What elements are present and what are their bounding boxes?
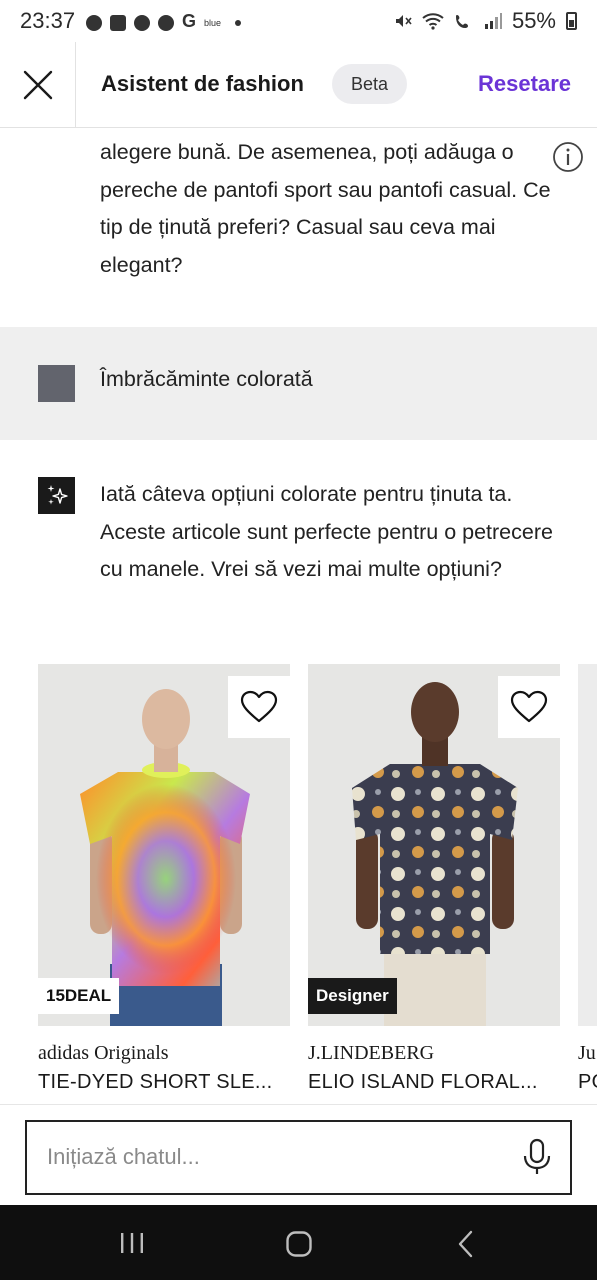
system-icons: 55%	[394, 8, 577, 34]
page-title: Asistent de fashion	[101, 71, 304, 96]
wifi-icon	[422, 13, 444, 30]
flower-icon	[134, 15, 150, 31]
favorite-button[interactable]	[228, 676, 290, 738]
cropped-text-line: de blugi sau pantaloni chinos, ar fi o	[100, 129, 560, 134]
status-time: 23:37	[20, 8, 76, 33]
system-navigation-bar	[0, 1205, 597, 1280]
more-notifications-icon	[235, 20, 242, 26]
battery-percent: 55%	[511, 8, 556, 33]
notification-icons: G blue	[86, 11, 242, 32]
gallery-icon	[110, 15, 126, 31]
chat-input[interactable]: Inițiază chatul...	[25, 1120, 572, 1195]
sparkle-icon	[47, 484, 68, 505]
product-brand: J.LINDEBERG	[308, 1042, 435, 1064]
chat-thread[interactable]: de blugi sau pantaloni chinos, ar fi o a…	[0, 129, 597, 1104]
dnd-icon	[86, 15, 102, 31]
assistant-avatar	[38, 477, 75, 514]
google-icon: G	[182, 11, 197, 31]
heart-icon	[240, 690, 278, 723]
favorite-button[interactable]	[498, 676, 560, 738]
user-message: Îmbrăcăminte colorată	[0, 327, 597, 440]
product-name: ELIO ISLAND FLORAL...	[308, 1071, 538, 1093]
beta-badge: Beta	[332, 64, 408, 104]
product-image[interactable]	[578, 664, 597, 1026]
designer-badge: Designer	[308, 978, 397, 1014]
wifi-calling-icon	[455, 15, 468, 28]
product-image[interactable]: Designer	[308, 664, 560, 1026]
product-carousel[interactable]: 15DEAL adidas Originals TIE-DYED SHORT S…	[38, 664, 597, 1104]
voice-input-button[interactable]	[522, 1138, 552, 1181]
promo-badge: 15DEAL	[38, 978, 120, 1014]
close-icon	[23, 70, 52, 100]
carrier-label: blue	[204, 18, 222, 28]
user-message-text: Îmbrăcăminte colorată	[100, 367, 313, 391]
back-icon[interactable]	[456, 1230, 476, 1258]
product-image[interactable]: 15DEAL	[38, 664, 290, 1026]
bowl-icon	[158, 15, 174, 31]
heart-icon	[510, 690, 548, 723]
reset-button[interactable]: Resetare	[478, 71, 571, 97]
assistant-message-text-2: Iată câteva opțiuni colorate pentru ținu…	[100, 482, 553, 581]
info-icon	[553, 142, 583, 172]
chat-header: Asistent de fashion Beta Resetare	[0, 42, 597, 128]
assistant-message: de blugi sau pantaloni chinos, ar fi o a…	[100, 129, 560, 279]
product-brand: adidas Originals	[38, 1042, 169, 1064]
microphone-icon	[523, 1138, 551, 1174]
recent-apps-icon[interactable]	[118, 1231, 146, 1255]
chat-input-bar: Inițiază chatul...	[0, 1104, 597, 1205]
product-brand: Ju	[578, 1042, 596, 1064]
mute-icon	[395, 15, 412, 27]
product-card[interactable]: Ju PO	[578, 664, 597, 1094]
product-card[interactable]: 15DEAL adidas Originals TIE-DYED SHORT S…	[38, 664, 290, 1094]
avatar	[38, 365, 75, 402]
product-card[interactable]: Designer J.LINDEBERG ELIO ISLAND FLORAL.…	[308, 664, 560, 1094]
product-name: TIE-DYED SHORT SLE...	[38, 1071, 273, 1093]
home-icon[interactable]	[285, 1230, 313, 1258]
status-bar: 23:37 G blue 55%	[0, 0, 597, 42]
battery-icon	[566, 12, 577, 30]
close-button[interactable]	[0, 42, 76, 128]
chat-input-placeholder: Inițiază chatul...	[47, 1144, 200, 1169]
product-name: PO	[578, 1071, 597, 1093]
signal-icon	[484, 13, 502, 29]
assistant-message-text: alegere bună. De asemenea, poți adăuga o…	[100, 140, 551, 277]
info-button[interactable]	[552, 141, 584, 178]
